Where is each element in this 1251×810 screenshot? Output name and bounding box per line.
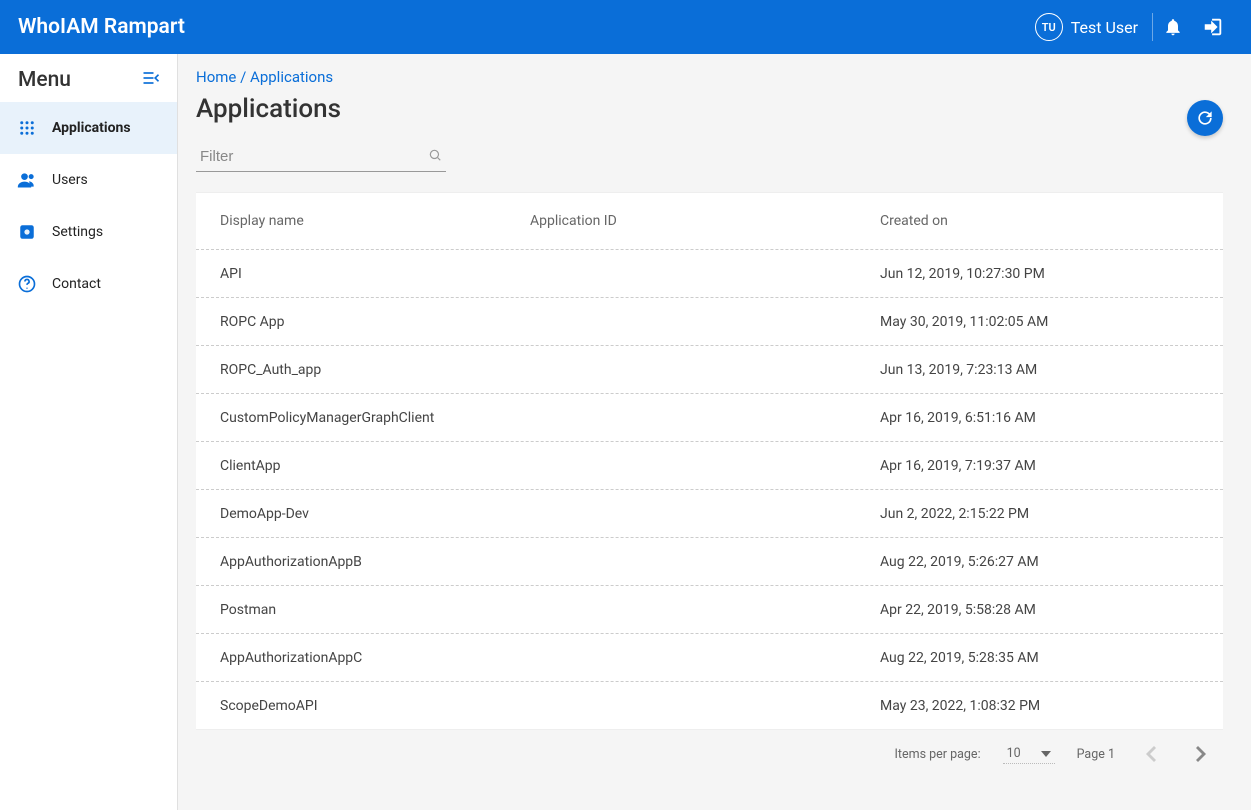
table-row[interactable]: DemoApp-Dev Jun 2, 2022, 2:15:22 PM [196, 489, 1223, 537]
logout-icon[interactable] [1193, 16, 1233, 38]
items-per-page-value: 10 [1007, 746, 1021, 761]
sidebar-item-settings[interactable]: Settings [0, 206, 177, 258]
cell-display-name: ROPC App [200, 314, 530, 330]
avatar: TU [1035, 13, 1063, 41]
sidebar: Menu Applications Users Settings Contact [0, 54, 178, 810]
cell-display-name: CustomPolicyManagerGraphClient [200, 410, 530, 426]
cell-created-on: Apr 16, 2019, 6:51:16 AM [880, 410, 1219, 426]
user-name: Test User [1071, 18, 1138, 37]
chevron-down-icon [1041, 751, 1051, 757]
cell-created-on: Apr 22, 2019, 5:58:28 AM [880, 602, 1219, 618]
grid-icon [16, 119, 38, 137]
cell-created-on: Aug 22, 2019, 5:28:35 AM [880, 650, 1219, 666]
sidebar-item-users[interactable]: Users [0, 154, 177, 206]
breadcrumb-current[interactable]: Applications [250, 68, 333, 86]
search-icon [428, 148, 442, 166]
menu-title: Menu [18, 68, 71, 92]
collapse-menu-icon[interactable] [141, 68, 161, 92]
paginator: Items per page: 10 Page 1 [196, 730, 1223, 768]
cell-display-name: AppAuthorizationAppB [200, 554, 530, 570]
page-label: Page 1 [1077, 747, 1115, 762]
sidebar-item-contact[interactable]: Contact [0, 258, 177, 310]
cell-created-on: Jun 12, 2019, 10:27:30 PM [880, 266, 1219, 282]
bell-icon[interactable] [1153, 17, 1193, 37]
col-created-on[interactable]: Created on [880, 213, 1219, 229]
cell-display-name: Postman [200, 602, 530, 618]
items-per-page-select[interactable]: 10 [1003, 744, 1055, 764]
cell-display-name: ScopeDemoAPI [200, 698, 530, 714]
settings-icon [16, 223, 38, 241]
items-per-page-label: Items per page: [894, 747, 980, 762]
cell-display-name: API [200, 266, 530, 282]
prev-page-button[interactable] [1137, 746, 1165, 762]
col-application-id[interactable]: Application ID [530, 213, 880, 229]
cell-display-name: DemoApp-Dev [200, 506, 530, 522]
sidebar-item-label: Users [52, 172, 88, 188]
table-row[interactable]: CustomPolicyManagerGraphClient Apr 16, 20… [196, 393, 1223, 441]
sidebar-item-label: Applications [52, 120, 131, 136]
table-header: Display name Application ID Created on [196, 193, 1223, 249]
table-row[interactable]: ROPC_Auth_app Jun 13, 2019, 7:23:13 AM [196, 345, 1223, 393]
table-row[interactable]: API Jun 12, 2019, 10:27:30 PM [196, 249, 1223, 297]
cell-created-on: Jun 2, 2022, 2:15:22 PM [880, 506, 1219, 522]
sidebar-item-label: Settings [52, 224, 103, 240]
breadcrumb: Home / Applications [196, 68, 1223, 86]
page-title: Applications [196, 94, 1187, 124]
cell-display-name: ROPC_Auth_app [200, 362, 530, 378]
help-icon [16, 274, 38, 294]
cell-created-on: Apr 16, 2019, 7:19:37 AM [880, 458, 1219, 474]
filter-input[interactable] [196, 142, 446, 172]
table-row[interactable]: ROPC App May 30, 2019, 11:02:05 AM [196, 297, 1223, 345]
cell-created-on: May 30, 2019, 11:02:05 AM [880, 314, 1219, 330]
breadcrumb-home[interactable]: Home [196, 68, 236, 86]
breadcrumb-sep: / [240, 68, 246, 86]
sidebar-item-applications[interactable]: Applications [0, 102, 177, 154]
table-row[interactable]: AppAuthorizationAppB Aug 22, 2019, 5:26:2… [196, 537, 1223, 585]
table-row[interactable]: AppAuthorizationAppC Aug 22, 2019, 5:28:3… [196, 633, 1223, 681]
col-display-name[interactable]: Display name [200, 213, 530, 229]
table-row[interactable]: Postman Apr 22, 2019, 5:58:28 AM [196, 585, 1223, 633]
cell-created-on: Jun 13, 2019, 7:23:13 AM [880, 362, 1219, 378]
users-icon [16, 170, 38, 190]
cell-created-on: May 23, 2022, 1:08:32 PM [880, 698, 1219, 714]
table-row[interactable]: ScopeDemoAPI May 23, 2022, 1:08:32 PM [196, 681, 1223, 729]
cell-display-name: ClientApp [200, 458, 530, 474]
applications-table: Display name Application ID Created on A… [196, 192, 1223, 730]
next-page-button[interactable] [1187, 746, 1215, 762]
cell-display-name: AppAuthorizationAppC [200, 650, 530, 666]
user-menu[interactable]: TU Test User [1035, 13, 1153, 41]
cell-created-on: Aug 22, 2019, 5:26:27 AM [880, 554, 1219, 570]
sidebar-item-label: Contact [52, 276, 101, 292]
app-title: WhoIAM Rampart [18, 15, 1035, 39]
refresh-button[interactable] [1187, 100, 1223, 136]
top-bar: WhoIAM Rampart TU Test User [0, 0, 1251, 54]
table-row[interactable]: ClientApp Apr 16, 2019, 7:19:37 AM [196, 441, 1223, 489]
